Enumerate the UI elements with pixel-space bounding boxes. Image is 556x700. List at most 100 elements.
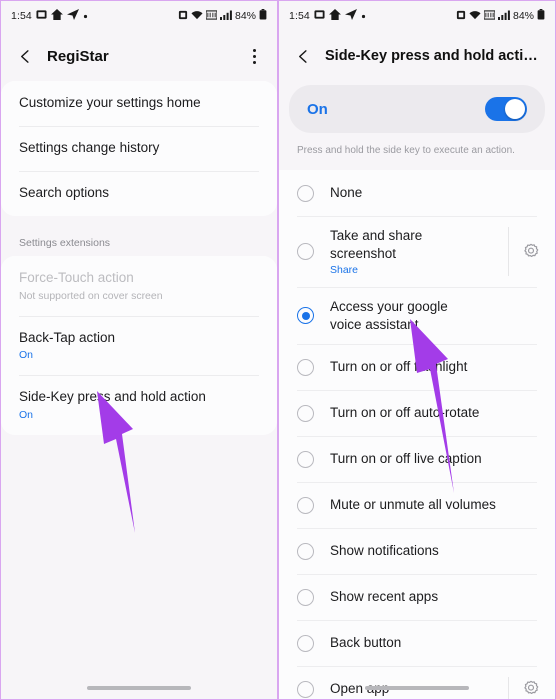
status-time: 1:54 xyxy=(289,10,310,22)
option-row-live-caption[interactable]: Turn on or off live caption xyxy=(279,436,555,483)
status-bar-right-cluster: 84% xyxy=(178,9,267,23)
dual-screenshot-stage: 1:54 84% RegiStar Customize your setting… xyxy=(0,0,556,700)
action-options-list: None Take and share screenshot Share Acc… xyxy=(279,170,555,699)
option-body: Turn on or off live caption xyxy=(330,450,541,468)
right-phone-screen: 1:54 84% Side-Key press and hold acti… O… xyxy=(278,0,556,700)
status-bar-right: 1:54 84% xyxy=(279,1,555,31)
section-header-settings-extensions: Settings extensions xyxy=(1,225,277,256)
list-item-back-tap-action[interactable]: Back-Tap action On xyxy=(1,315,277,376)
master-toggle-label: On xyxy=(307,100,328,118)
page-title: Side-Key press and hold acti… xyxy=(325,48,538,64)
list-item-label: Force-Touch action xyxy=(19,269,134,285)
battery-icon xyxy=(259,9,267,23)
gear-icon[interactable] xyxy=(508,677,541,699)
home-icon xyxy=(328,9,341,23)
option-row-google-voice-assistant[interactable]: Access your google voice assistant xyxy=(279,287,555,345)
option-row-back-button[interactable]: Back button xyxy=(279,620,555,667)
list-item-label: Side-Key press and hold action xyxy=(19,389,206,405)
radio-icon[interactable] xyxy=(297,496,314,514)
network-icon xyxy=(483,10,496,23)
radio-icon[interactable] xyxy=(297,542,314,560)
send-icon xyxy=(66,9,79,23)
home-indicator xyxy=(87,686,191,690)
general-settings-card: Customize your settings home Settings ch… xyxy=(1,81,277,216)
option-row-flashlight[interactable]: Turn on or off flashlight xyxy=(279,344,555,391)
home-icon xyxy=(50,9,63,23)
signal-icon xyxy=(497,10,510,23)
overflow-menu-icon[interactable] xyxy=(243,45,265,67)
left-app-bar: RegiStar xyxy=(1,31,277,81)
chevron-left-icon[interactable] xyxy=(291,44,315,68)
option-body: Access your google voice assistant xyxy=(330,298,541,333)
option-body: Mute or unmute all volumes xyxy=(330,496,541,514)
option-label: Turn on or off live caption xyxy=(330,451,482,467)
radio-icon[interactable] xyxy=(297,680,314,698)
option-row-show-notifications[interactable]: Show notifications xyxy=(279,528,555,575)
list-item-label: Back-Tap action xyxy=(19,329,116,345)
option-body: Turn on or off auto-rotate xyxy=(330,404,541,422)
option-row-mute-all-volumes[interactable]: Mute or unmute all volumes xyxy=(279,482,555,529)
status-bar-right-cluster: 84% xyxy=(456,9,545,23)
option-body: Show notifications xyxy=(330,542,541,560)
list-item-force-touch-action: Force-Touch action Not supported on cove… xyxy=(1,255,277,316)
option-row-open-app[interactable]: Open app xyxy=(279,666,555,699)
list-item-label: Customize your settings home xyxy=(19,95,201,110)
option-body: Back button xyxy=(330,634,541,652)
list-item-label: Settings change history xyxy=(19,139,160,155)
option-row-take-and-share-screenshot[interactable]: Take and share screenshot Share xyxy=(279,216,555,288)
option-label: Turn on or off auto-rotate xyxy=(330,405,480,421)
dot-icon xyxy=(83,11,88,22)
option-label: Mute or unmute all volumes xyxy=(330,497,496,513)
list-item-side-key-press-hold-action[interactable]: Side-Key press and hold action On xyxy=(1,375,277,436)
list-item-sublabel: Not supported on cover screen xyxy=(19,289,163,302)
chevron-left-icon[interactable] xyxy=(13,44,37,68)
option-body: Take and share screenshot Share xyxy=(330,227,500,276)
option-label: Turn on or off flashlight xyxy=(330,359,468,375)
alarm-icon xyxy=(456,10,466,23)
option-row-none[interactable]: None xyxy=(279,170,555,216)
gear-icon[interactable] xyxy=(508,227,541,277)
left-scroll-body[interactable]: Customize your settings home Settings ch… xyxy=(1,81,277,699)
list-item-settings-history[interactable]: Settings change history xyxy=(1,125,277,171)
radio-icon[interactable] xyxy=(297,450,314,468)
page-title: RegiStar xyxy=(47,47,109,65)
list-item-label: Search options xyxy=(19,184,110,200)
option-sublabel: Share xyxy=(330,264,359,277)
option-row-show-recent-apps[interactable]: Show recent apps xyxy=(279,574,555,621)
list-item-search-options[interactable]: Search options xyxy=(1,170,277,216)
status-time: 1:54 xyxy=(11,10,32,22)
alarm-icon xyxy=(178,10,188,23)
right-scroll-body[interactable]: On Press and hold the side key to execut… xyxy=(279,81,555,699)
option-label: Back button xyxy=(330,635,402,651)
radio-icon[interactable] xyxy=(297,184,314,202)
list-item-sublabel: On xyxy=(19,409,34,422)
radio-icon-selected[interactable] xyxy=(297,307,314,325)
home-indicator xyxy=(365,686,469,690)
radio-icon[interactable] xyxy=(297,404,314,422)
list-item-customize-home[interactable]: Customize your settings home xyxy=(1,81,277,126)
signal-icon xyxy=(219,10,232,23)
status-bar-left: 1:54 84% xyxy=(1,1,277,31)
screenshot-icon xyxy=(36,9,47,23)
option-label: None xyxy=(330,185,363,201)
option-label: Take and share screenshot xyxy=(330,228,423,261)
status-bar-left-cluster: 1:54 xyxy=(289,9,366,23)
battery-percent: 84% xyxy=(234,10,256,22)
toggle-switch-on[interactable] xyxy=(485,97,527,121)
list-item-sublabel: On xyxy=(19,349,34,362)
wifi-icon xyxy=(191,10,203,23)
send-icon xyxy=(344,9,357,23)
radio-icon[interactable] xyxy=(297,358,314,376)
radio-icon[interactable] xyxy=(297,634,314,652)
status-bar-left-cluster: 1:54 xyxy=(11,9,88,23)
option-label: Show recent apps xyxy=(330,589,439,605)
option-row-auto-rotate[interactable]: Turn on or off auto-rotate xyxy=(279,390,555,437)
master-toggle-row[interactable]: On xyxy=(289,85,545,133)
option-body: None xyxy=(330,184,541,202)
radio-icon[interactable] xyxy=(297,243,314,261)
radio-icon[interactable] xyxy=(297,588,314,606)
option-label: Access your google voice assistant xyxy=(330,299,448,332)
battery-percent: 84% xyxy=(512,10,534,22)
helper-text: Press and hold the side key to execute a… xyxy=(279,133,555,170)
dot-icon xyxy=(361,11,366,22)
